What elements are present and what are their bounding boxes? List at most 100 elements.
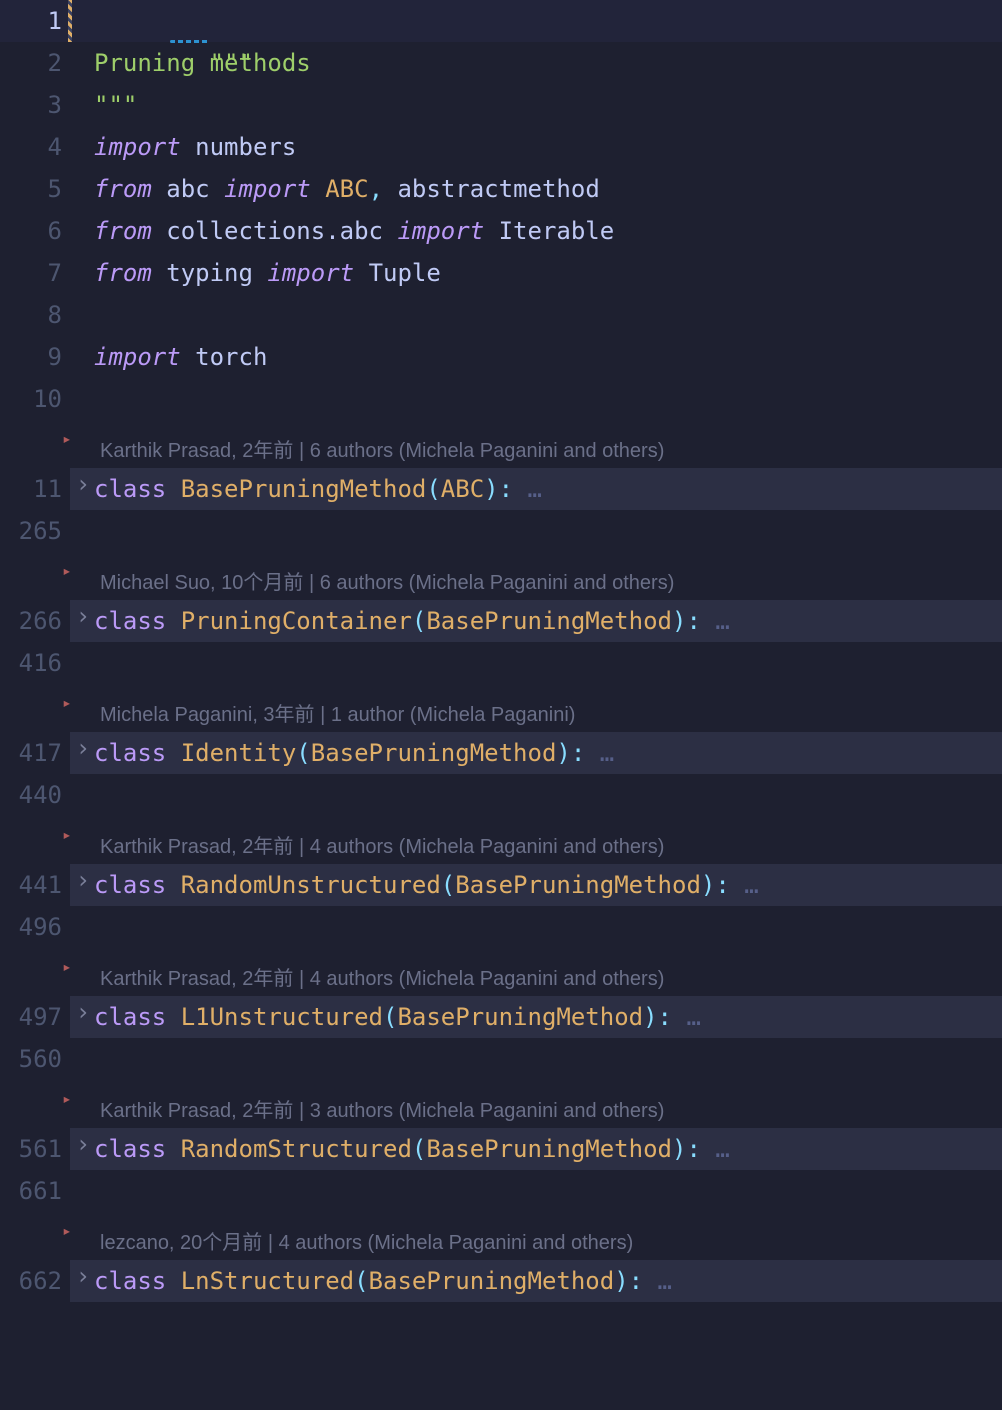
fold-ellipsis[interactable]: … [643, 1267, 672, 1295]
code-line-folded[interactable]: 417›class Identity(BasePruningMethod): … [0, 732, 1002, 774]
code-line-folded[interactable]: 441›class RandomUnstructured(BasePruning… [0, 864, 1002, 906]
line-number: 417 [19, 739, 62, 767]
code-line[interactable]: 440 [0, 774, 1002, 816]
code-editor[interactable]: 1 """ 2 Pruning methods 3 """ 4 import n… [0, 0, 1002, 1302]
code-line[interactable]: 416 [0, 642, 1002, 684]
paren-open: ( [426, 475, 440, 503]
fold-arrow-icon[interactable]: › [73, 996, 93, 1028]
code-lens[interactable]: lezcano, 20个月前 | 4 authors (Michela Paga… [70, 1226, 633, 1260]
keyword-class: class [94, 871, 166, 899]
paren-close: ) [643, 1003, 657, 1031]
paren-open: ( [354, 1267, 368, 1295]
colon: : [715, 871, 729, 899]
line-number: 496 [19, 913, 62, 941]
code-line[interactable]: 2 Pruning methods [0, 42, 1002, 84]
code-lens[interactable]: Karthik Prasad, 2年前 | 6 authors (Michela… [70, 434, 664, 468]
code-line[interactable]: 265 [0, 510, 1002, 552]
code-lens[interactable]: Karthik Prasad, 2年前 | 4 authors (Michela… [70, 830, 664, 864]
fold-arrow-icon[interactable]: › [73, 864, 93, 896]
code-line[interactable]: 7 from typing import Tuple [0, 252, 1002, 294]
code-line-folded[interactable]: 266›class PruningContainer(BasePruningMe… [0, 600, 1002, 642]
colon: : [571, 739, 585, 767]
fold-ellipsis[interactable]: … [701, 607, 730, 635]
fold-ellipsis[interactable]: … [585, 739, 614, 767]
code-lens[interactable]: Michael Suo, 10个月前 | 6 authors (Michela … [70, 566, 674, 600]
line-number: 662 [19, 1267, 62, 1295]
code-line[interactable]: 6 from collections.abc import Iterable [0, 210, 1002, 252]
paren-close: ) [672, 607, 686, 635]
code-line-folded[interactable]: 11›class BasePruningMethod(ABC): … [0, 468, 1002, 510]
comma: , [369, 175, 383, 203]
code-line[interactable]: 661 [0, 1170, 1002, 1212]
colon: : [686, 607, 700, 635]
line-number: 7 [48, 259, 62, 287]
keyword-class: class [94, 1003, 166, 1031]
keyword-class: class [94, 607, 166, 635]
paren-close: ) [701, 871, 715, 899]
fold-arrow-icon[interactable]: › [73, 1128, 93, 1160]
module-name: torch [195, 343, 267, 371]
base-class: BasePruningMethod [369, 1267, 615, 1295]
code-line[interactable]: 9 import torch [0, 336, 1002, 378]
fold-arrow-icon[interactable]: › [73, 1260, 93, 1292]
keyword-class: class [94, 739, 166, 767]
module-name: abc [166, 175, 209, 203]
code-lens[interactable]: Karthik Prasad, 2年前 | 3 authors (Michela… [70, 1094, 664, 1128]
keyword-import: import [224, 175, 311, 203]
paren-open: ( [441, 871, 455, 899]
paren-open: ( [412, 1135, 426, 1163]
code-line-folded[interactable]: 561 ›class RandomStructured(BasePruningMe… [0, 1128, 1002, 1170]
module-name: numbers [195, 133, 296, 161]
keyword-import: import [397, 217, 484, 245]
class-name: RandomStructured [181, 1135, 412, 1163]
code-line-folded[interactable]: 497›class L1Unstructured(BasePruningMeth… [0, 996, 1002, 1038]
fold-ellipsis[interactable]: … [672, 1003, 701, 1031]
code-lens[interactable]: Karthik Prasad, 2年前 | 4 authors (Michela… [70, 962, 664, 996]
line-number: 265 [19, 517, 62, 545]
line-number: 9 [48, 343, 62, 371]
base-class: ABC [441, 475, 484, 503]
code-line[interactable]: 4 import numbers [0, 126, 1002, 168]
line-number: 4 [48, 133, 62, 161]
base-class: BasePruningMethod [455, 871, 701, 899]
keyword-class: class [94, 475, 166, 503]
code-line[interactable]: 8 [0, 294, 1002, 336]
class-name: Identity [181, 739, 297, 767]
line-number: 561 [19, 1135, 62, 1163]
fold-arrow-icon[interactable]: › [73, 732, 93, 764]
code-line[interactable]: 496 [0, 906, 1002, 948]
code-line[interactable]: 5 from abc import ABC, abstractmethod [0, 168, 1002, 210]
paren-open: ( [296, 739, 310, 767]
class-name: PruningContainer [181, 607, 412, 635]
fold-arrow-icon[interactable]: › [73, 468, 93, 500]
code-lens[interactable]: Michela Paganini, 3年前 | 1 author (Michel… [70, 698, 575, 732]
paren-close: ) [614, 1267, 628, 1295]
code-line-folded[interactable]: 662›class LnStructured(BasePruningMethod… [0, 1260, 1002, 1302]
fold-arrow-icon[interactable]: › [73, 600, 93, 632]
class-name: BasePruningMethod [181, 475, 427, 503]
colon: : [686, 1135, 700, 1163]
paren-open: ( [383, 1003, 397, 1031]
keyword-class: class [94, 1135, 166, 1163]
import-name: abstractmethod [397, 175, 599, 203]
code-line[interactable]: 10 [0, 378, 1002, 420]
paren-close: ) [484, 475, 498, 503]
line-number: 2 [48, 49, 62, 77]
keyword-import: import [267, 259, 354, 287]
code-line[interactable]: 3 """ [0, 84, 1002, 126]
docstring-close: """ [94, 91, 137, 119]
fold-ellipsis[interactable]: … [701, 1135, 730, 1163]
paren-close: ) [672, 1135, 686, 1163]
class-name: LnStructured [181, 1267, 354, 1295]
import-name: ABC [325, 175, 368, 203]
code-line[interactable]: 1 """ [0, 0, 1002, 42]
line-number: 1 [48, 7, 62, 35]
line-number: 497 [19, 1003, 62, 1031]
base-class: BasePruningMethod [426, 1135, 672, 1163]
code-line[interactable]: 560 [0, 1038, 1002, 1080]
paren-close: ) [556, 739, 570, 767]
fold-ellipsis[interactable]: … [513, 475, 542, 503]
fold-ellipsis[interactable]: … [730, 871, 759, 899]
paren-open: ( [412, 607, 426, 635]
line-number: 661 [19, 1177, 62, 1205]
